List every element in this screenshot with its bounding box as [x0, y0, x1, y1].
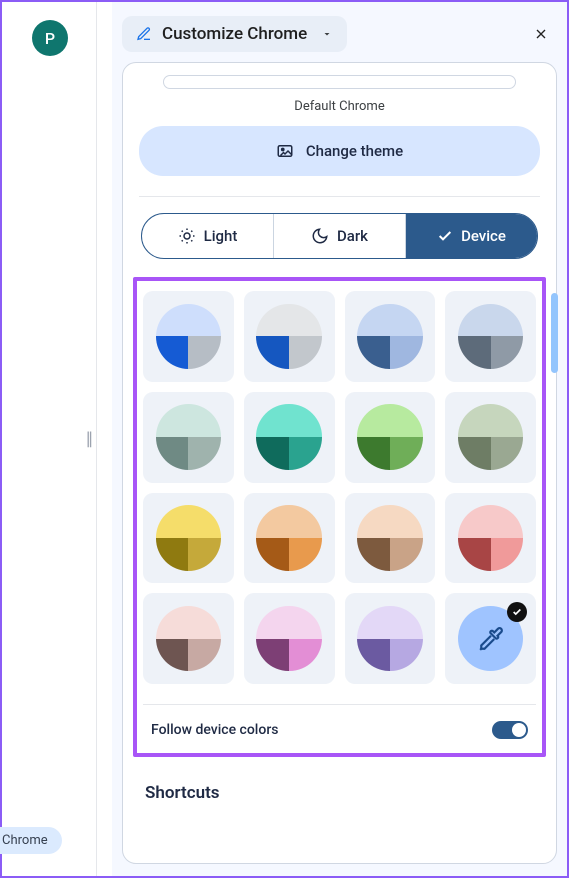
color-swatch-5[interactable]	[244, 392, 335, 483]
mode-device-label: Device	[461, 227, 506, 245]
scroll-area: Default Chrome Change theme Light Dark	[122, 62, 557, 864]
color-swatch-2[interactable]	[345, 291, 436, 382]
color-swatch-8[interactable]	[143, 493, 234, 584]
color-swatch-13[interactable]	[244, 593, 335, 684]
swatch-circle	[156, 606, 221, 671]
chrome-chip-label: Chrome	[2, 833, 48, 848]
mode-light-label: Light	[204, 227, 238, 245]
panel-title: Customize Chrome	[162, 24, 307, 44]
follow-device-label: Follow device colors	[151, 722, 278, 738]
appearance-mode-group: Light Dark Device	[141, 213, 538, 259]
sun-icon	[178, 227, 196, 245]
swatch-circle	[458, 404, 523, 469]
moon-icon	[311, 227, 329, 245]
color-swatch-10[interactable]	[345, 493, 436, 584]
swatch-circle	[256, 304, 321, 369]
scrollbar-thumb[interactable]	[551, 293, 558, 373]
left-sidebar: P || Chrome	[2, 2, 97, 876]
color-swatch-4[interactable]	[143, 392, 234, 483]
swatch-circle	[458, 304, 523, 369]
color-swatch-3[interactable]	[445, 291, 536, 382]
avatar-initial: P	[45, 29, 55, 48]
color-swatch-grid	[139, 291, 540, 690]
color-swatch-7[interactable]	[445, 392, 536, 483]
color-swatch-12[interactable]	[143, 593, 234, 684]
highlight-annotation: Follow device colors	[133, 277, 546, 757]
swatch-circle	[256, 505, 321, 570]
panel-header: Customize Chrome	[122, 16, 557, 52]
theme-preview-strip	[163, 75, 516, 89]
custom-color-picker[interactable]	[445, 593, 536, 684]
color-swatch-1[interactable]	[244, 291, 335, 382]
color-swatch-11[interactable]	[445, 493, 536, 584]
color-swatch-0[interactable]	[143, 291, 234, 382]
swatch-circle	[458, 505, 523, 570]
swatch-circle	[357, 404, 422, 469]
divider	[139, 196, 540, 197]
selected-check-icon	[507, 602, 527, 622]
swatch-circle	[156, 404, 221, 469]
change-theme-button[interactable]: Change theme	[139, 126, 540, 176]
pencil-icon	[136, 26, 152, 42]
color-swatch-14[interactable]	[345, 593, 436, 684]
swatch-circle	[357, 304, 422, 369]
swatch-circle	[256, 404, 321, 469]
drag-handle-icon[interactable]: ||	[86, 429, 91, 450]
swatch-circle	[357, 505, 422, 570]
mode-device-button[interactable]: Device	[406, 214, 537, 258]
swatch-circle	[156, 505, 221, 570]
chrome-chip[interactable]: Chrome	[0, 827, 62, 854]
theme-caption: Default Chrome	[135, 99, 544, 114]
caret-down-icon	[321, 28, 333, 40]
close-icon	[533, 26, 549, 42]
avatar[interactable]: P	[32, 20, 68, 56]
shortcuts-heading: Shortcuts	[145, 783, 534, 803]
eyedropper-icon	[458, 606, 523, 671]
follow-device-toggle[interactable]	[492, 721, 528, 739]
panel-title-dropdown[interactable]: Customize Chrome	[122, 16, 347, 52]
close-button[interactable]	[525, 18, 557, 50]
swatch-circle	[156, 304, 221, 369]
image-icon	[276, 142, 294, 160]
check-icon	[437, 228, 453, 244]
change-theme-label: Change theme	[306, 142, 403, 160]
color-swatch-9[interactable]	[244, 493, 335, 584]
mode-dark-button[interactable]: Dark	[274, 214, 406, 258]
follow-device-row: Follow device colors	[143, 704, 536, 743]
swatch-circle	[256, 606, 321, 671]
mode-dark-label: Dark	[337, 227, 368, 245]
customize-panel: Customize Chrome Default Chrome Change t…	[112, 2, 567, 876]
swatch-circle	[357, 606, 422, 671]
mode-light-button[interactable]: Light	[142, 214, 274, 258]
color-swatch-6[interactable]	[345, 392, 436, 483]
